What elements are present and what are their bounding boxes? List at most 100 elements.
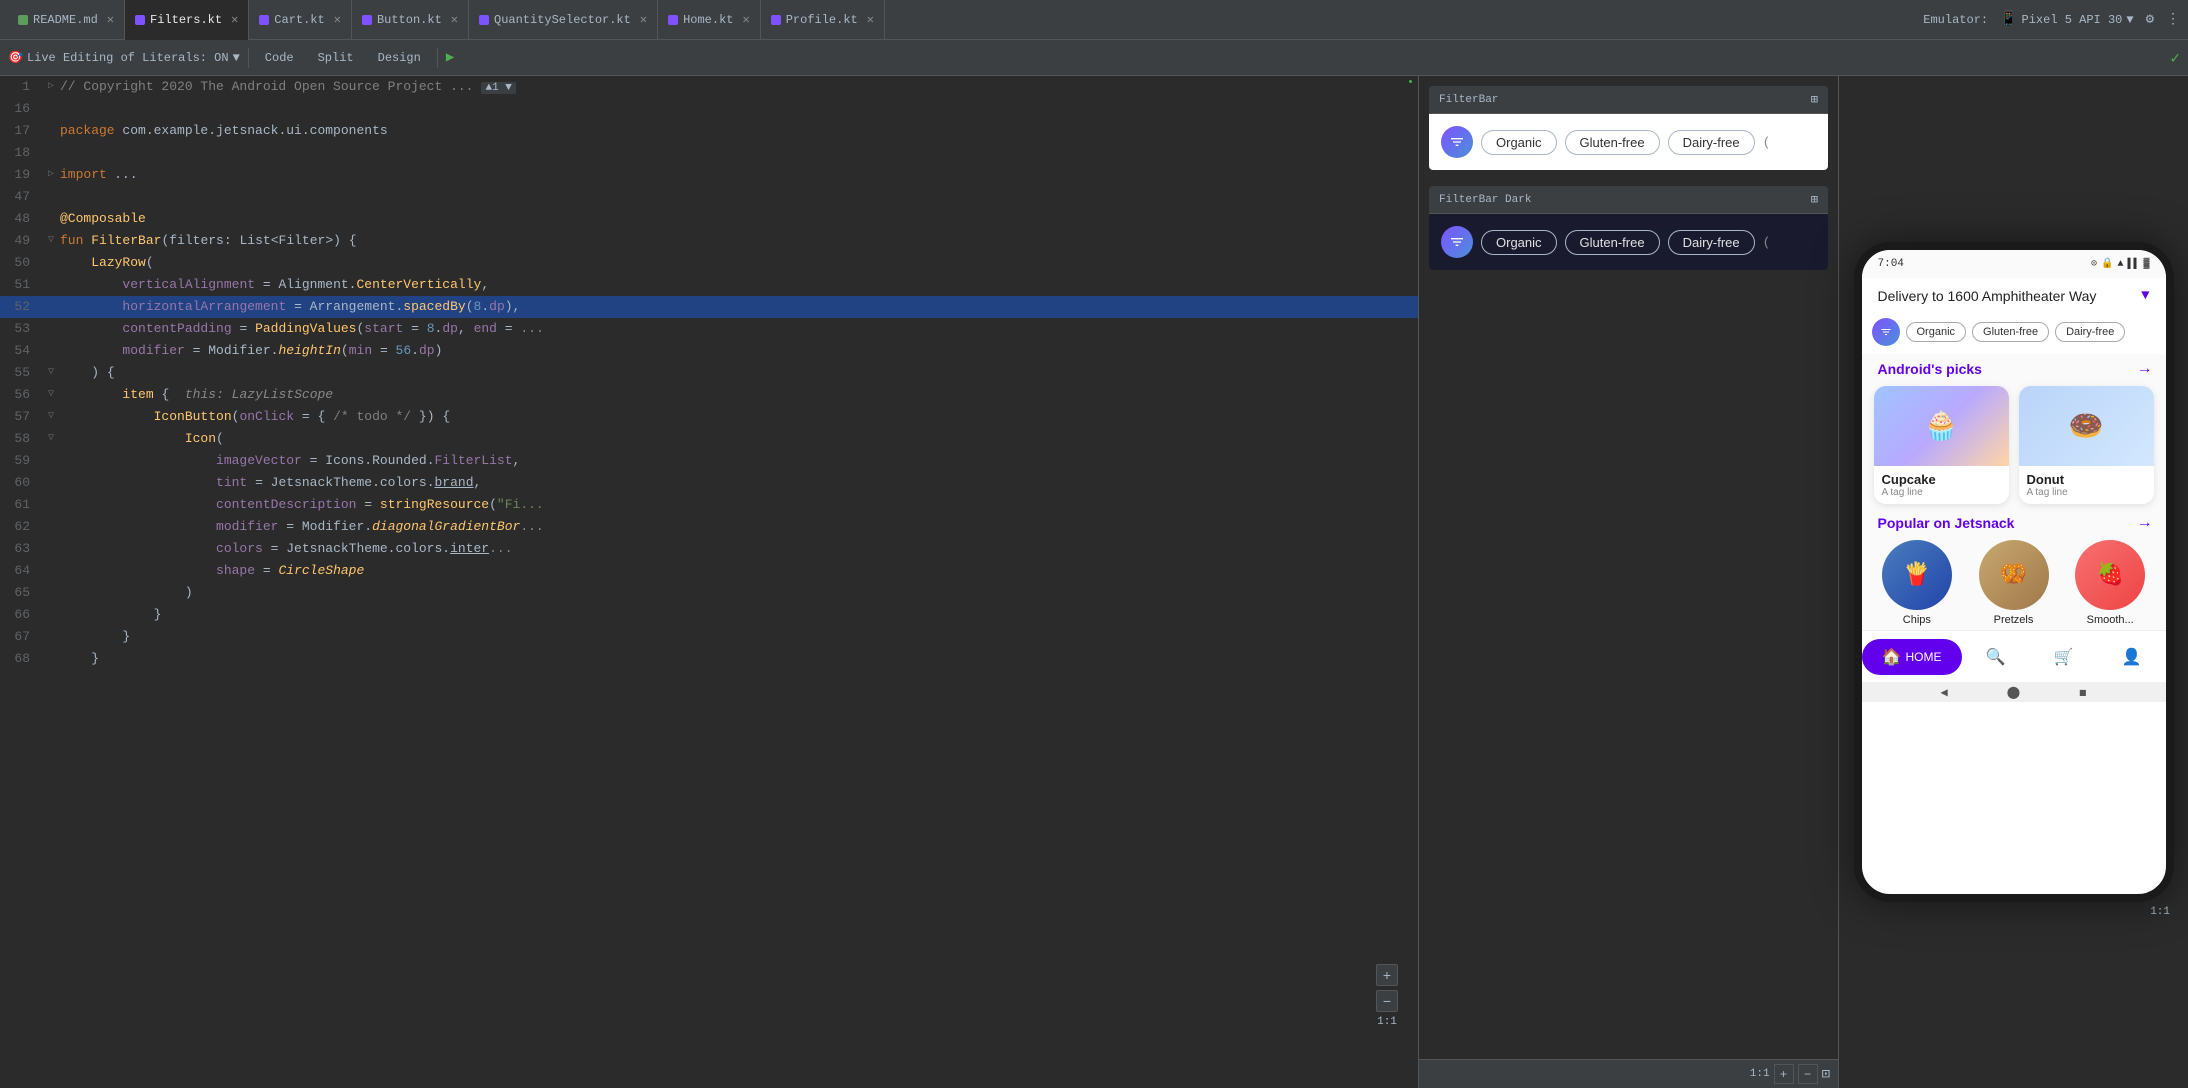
filter-list-icon-dark — [1441, 226, 1473, 258]
device-selector[interactable]: 📱 Pixel 5 API 30 ▼ — [2000, 11, 2133, 28]
more-icon[interactable]: ⋮ — [2166, 11, 2180, 28]
nav-cart[interactable]: 🛒 — [2030, 647, 2098, 667]
code-line-18: 18 — [0, 142, 1418, 164]
smoothie-card[interactable]: 🍓 Smooth... — [2067, 540, 2154, 626]
phone-status-icons: ⊙ 🔒 ▲ ▌▌ ▓ — [2091, 258, 2150, 270]
dairy-free-chip-light[interactable]: Dairy-free — [1668, 130, 1755, 155]
phone-zoom-bar: 1:1 — [1849, 902, 2178, 922]
organic-chip-light[interactable]: Organic — [1481, 130, 1557, 155]
tab-quantity-selector[interactable]: QuantitySelector.kt ✕ — [469, 0, 658, 40]
zoom-level: 1:1 — [1376, 1016, 1398, 1028]
code-line-17: 17 package com.example.jetsnack.ui.compo… — [0, 120, 1418, 142]
gluten-free-phone-chip[interactable]: Gluten-free — [1972, 322, 2049, 342]
tab-filters[interactable]: Filters.kt ✕ — [125, 0, 249, 40]
right-gutter — [1402, 76, 1418, 1088]
zoom-in-btn[interactable]: + — [1376, 964, 1398, 986]
preview-content: FilterBar ⊞ Organic Gluten-free Dai — [1419, 76, 1838, 1059]
second-toolbar: 🎯 Live Editing of Literals: ON ▼ Code Sp… — [0, 40, 2188, 76]
preview-fit-btn[interactable]: ⊡ — [1822, 1066, 1830, 1083]
home-btn[interactable]: ⬤ — [2007, 685, 2020, 700]
recents-btn[interactable]: ◼ — [2079, 685, 2086, 700]
cupcake-tag: A tag line — [1882, 487, 2001, 498]
code-line-64: 64 shape = CircleShape — [0, 560, 1418, 582]
code-line-48: 48 @Composable — [0, 208, 1418, 230]
tab-home[interactable]: Home.kt ✕ — [658, 0, 761, 40]
split-view-btn[interactable]: Split — [310, 49, 362, 67]
zoom-controls: + − 1:1 — [1376, 964, 1398, 1028]
design-view-btn[interactable]: Design — [370, 49, 429, 67]
cupcake-image: 🧁 — [1874, 386, 2009, 466]
cupcake-info: Cupcake A tag line — [1874, 466, 2009, 504]
bottom-nav: 🏠 HOME 🔍 🛒 👤 — [1862, 630, 2166, 682]
code-line-19: 19 ▷ import ... — [0, 164, 1418, 186]
tab-profile[interactable]: Profile.kt ✕ — [761, 0, 885, 40]
nav-search[interactable]: 🔍 — [1962, 647, 2030, 667]
check-icon: ✓ — [2170, 48, 2180, 68]
live-editing-toggle[interactable]: 🎯 Live Editing of Literals: ON ▼ — [8, 50, 240, 65]
chip-overflow-light: ( — [1763, 135, 1771, 150]
donut-tag: A tag line — [2027, 487, 2146, 498]
dairy-free-phone-chip[interactable]: Dairy-free — [2055, 322, 2125, 342]
pretzels-card[interactable]: 🥨 Pretzels — [1970, 540, 2057, 626]
tab-button[interactable]: Button.kt ✕ — [352, 0, 469, 40]
nav-profile[interactable]: 👤 — [2098, 647, 2166, 667]
popular-arrow[interactable]: → — [2140, 514, 2150, 532]
androids-picks-arrow[interactable]: → — [2140, 360, 2150, 378]
filter-list-icon-light — [1441, 126, 1473, 158]
screen-icon: ⊙ — [2091, 258, 2097, 270]
phone-home-indicator: ◀ ⬤ ◼ — [1862, 682, 2166, 702]
donut-name: Donut — [2027, 472, 2146, 487]
delivery-chevron-icon[interactable]: ▼ — [2141, 288, 2149, 304]
filterbar-dark-card: FilterBar Dark ⊞ Organic Gluten-free — [1429, 186, 1828, 270]
preview-mode-icon-dark[interactable]: ⊞ — [1811, 192, 1818, 207]
smoothie-image: 🍓 — [2075, 540, 2145, 610]
phone-frame-wrapper: 7:04 ⊙ 🔒 ▲ ▌▌ ▓ Delivery to — [1838, 76, 2188, 1088]
delivery-bar: Delivery to 1600 Amphitheater Way ▼ — [1862, 278, 2166, 314]
filterbar-light-card: FilterBar ⊞ Organic Gluten-free Dai — [1429, 86, 1828, 170]
organic-phone-chip[interactable]: Organic — [1906, 322, 1967, 342]
code-lines: 1 ▷ // Copyright 2020 The Android Open S… — [0, 76, 1418, 670]
cupcake-card[interactable]: 🧁 Cupcake A tag line — [1874, 386, 2009, 504]
code-line-68: 68 } — [0, 648, 1418, 670]
smoothie-name: Smooth... — [2087, 614, 2134, 626]
preview-mode-icon[interactable]: ⊞ — [1811, 92, 1818, 107]
pretzels-name: Pretzels — [1994, 614, 2034, 626]
play-icon[interactable]: ▶ — [446, 49, 454, 66]
androids-picks-title: Android's picks — [1878, 361, 1982, 377]
phone-filter-icon[interactable] — [1872, 318, 1900, 346]
code-view-btn[interactable]: Code — [257, 49, 302, 67]
top-bar-right: Emulator: 📱 Pixel 5 API 30 ▼ ⚙ ⋮ — [1923, 11, 2180, 28]
separator — [248, 48, 249, 68]
code-line-66: 66 } — [0, 604, 1418, 626]
lock-icon: 🔒 — [2101, 258, 2113, 270]
code-line-16: 16 — [0, 98, 1418, 120]
tab-cart[interactable]: Cart.kt ✕ — [249, 0, 352, 40]
gluten-free-chip-light[interactable]: Gluten-free — [1565, 130, 1660, 155]
code-line-59: 59 imageVector = Icons.Rounded.FilterLis… — [0, 450, 1418, 472]
chips-image: 🍟 — [1882, 540, 1952, 610]
code-line-57: 57 ▽ IconButton(onClick = { /* todo */ }… — [0, 406, 1418, 428]
dairy-free-chip-dark[interactable]: Dairy-free — [1668, 230, 1755, 255]
code-line-55: 55 ▽ ) { — [0, 362, 1418, 384]
preview-zoom-out[interactable]: − — [1798, 1064, 1818, 1084]
code-line-67: 67 } — [0, 626, 1418, 648]
zoom-out-btn[interactable]: − — [1376, 990, 1398, 1012]
nav-home[interactable]: 🏠 HOME — [1862, 639, 1962, 675]
popular-row: 🍟 Chips 🥨 Pretzels 🍓 Smooth... — [1862, 536, 2166, 630]
filterbar-light-body: Organic Gluten-free Dairy-free ( — [1429, 114, 1828, 170]
filterbar-dark-body: Organic Gluten-free Dairy-free ( — [1429, 214, 1828, 270]
organic-chip-dark[interactable]: Organic — [1481, 230, 1557, 255]
code-line-60: 60 tint = JetsnackTheme.colors.brand, — [0, 472, 1418, 494]
profile-icon: 👤 — [2122, 647, 2142, 667]
back-btn[interactable]: ◀ — [1941, 685, 1948, 700]
donut-card[interactable]: 🍩 Donut A tag line — [2019, 386, 2154, 504]
gluten-free-chip-dark[interactable]: Gluten-free — [1565, 230, 1660, 255]
code-line-63: 63 colors = JetsnackTheme.colors.inter..… — [0, 538, 1418, 560]
preview-zoom-in[interactable]: + — [1774, 1064, 1794, 1084]
phone-frame: 7:04 ⊙ 🔒 ▲ ▌▌ ▓ Delivery to — [1854, 242, 2174, 902]
right-panel: FilterBar ⊞ Organic Gluten-free Dai — [1418, 76, 2188, 1088]
chips-card[interactable]: 🍟 Chips — [1874, 540, 1961, 626]
settings-icon[interactable]: ⚙ — [2146, 11, 2154, 28]
code-line-49: 49 ▽ fun FilterBar(filters: List<Filter>… — [0, 230, 1418, 252]
tab-readme[interactable]: README.md ✕ — [8, 0, 125, 40]
